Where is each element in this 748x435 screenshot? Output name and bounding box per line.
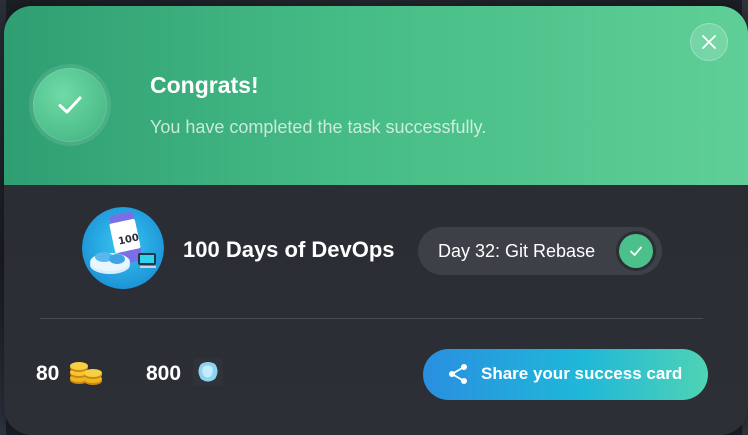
gem-amount: 800 (146, 362, 182, 385)
coin-amount: 80 (36, 362, 60, 385)
current-task-label: Day 32: Git Rebase (438, 241, 596, 261)
current-task-pill: Day 32: Git Rebase (418, 227, 662, 275)
divider (40, 318, 703, 319)
success-badge (29, 64, 111, 146)
modal-message: You have completed the task successfully… (150, 117, 487, 137)
modal-header: Congrats! You have completed the task su… (4, 6, 748, 185)
course-avatar: 100 (82, 207, 164, 289)
coins-icon (69, 358, 103, 391)
share-success-card-button[interactable]: Share your success card (423, 349, 708, 400)
coin-reward: 80 (36, 357, 103, 391)
share-icon (449, 364, 467, 384)
close-icon (702, 35, 716, 49)
share-button-label: Share your success card (481, 364, 683, 383)
task-status (616, 231, 656, 271)
gem-icon (193, 357, 224, 391)
course-name: 100 Days of DevOps (183, 237, 395, 262)
check-icon (33, 68, 107, 142)
modal-title: Congrats! (150, 72, 259, 98)
gem-reward: 800 (146, 357, 224, 391)
close-button[interactable] (690, 23, 728, 61)
check-icon (619, 234, 653, 268)
